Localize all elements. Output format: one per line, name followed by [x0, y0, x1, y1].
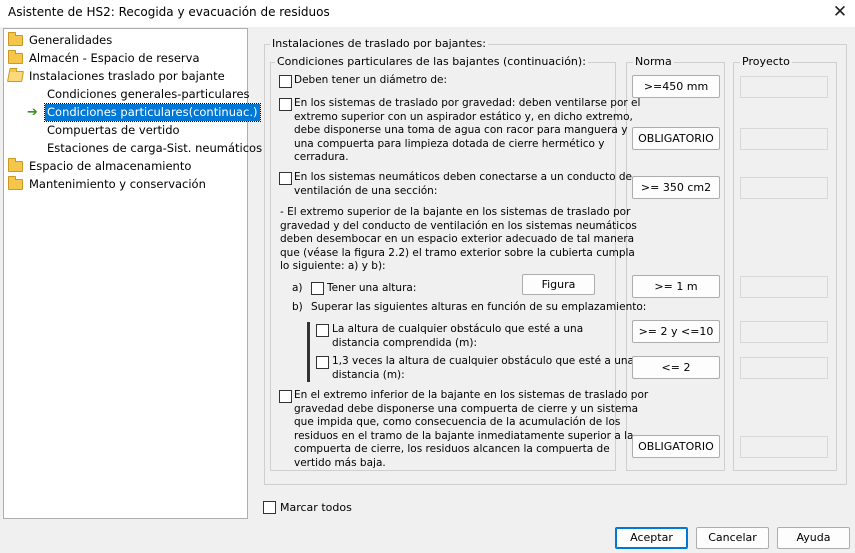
- folder-icon: [8, 32, 23, 46]
- proyecto-gravedad-field: [740, 128, 828, 150]
- aceptar-button[interactable]: Aceptar: [615, 527, 688, 549]
- diametro-checkbox[interactable]: [279, 75, 292, 88]
- ayuda-button[interactable]: Ayuda: [777, 527, 850, 549]
- open-folder-icon: [7, 71, 24, 82]
- obstaculo-13-checkbox[interactable]: [316, 356, 329, 369]
- proyecto-extremo-inferior-field: [740, 436, 828, 458]
- proyecto-neumaticos-field: [740, 177, 828, 199]
- proyecto-group-label: Proyecto: [740, 55, 792, 68]
- tree-item-label: Condiciones generales-particulares: [47, 87, 250, 101]
- arrow-right-icon: ➔: [27, 105, 38, 120]
- extremo-superior-text: - El extremo superior de la bajante en l…: [280, 206, 637, 272]
- tree-item-label: Mantenimiento y conservación: [29, 177, 206, 191]
- altura-checkbox[interactable]: [311, 282, 324, 295]
- tree-item-label: Compuertas de vertido: [47, 123, 180, 137]
- norma-extremo-inferior-button[interactable]: OBLIGATORIO: [632, 435, 720, 458]
- altura-label: Tener una altura:: [327, 282, 417, 294]
- folder-icon: [8, 158, 23, 172]
- tree-item-label: Condiciones particulares(continuac.): [44, 103, 261, 122]
- outer-group-label: Instalaciones de traslado por bajantes:: [270, 37, 488, 50]
- obstaculo-13-text: 1,3 veces la altura de cualquier obstácu…: [332, 355, 634, 381]
- close-icon[interactable]: ✕: [829, 1, 851, 23]
- gravedad-checkbox[interactable]: [279, 98, 292, 111]
- figura-button[interactable]: Figura: [522, 274, 595, 295]
- proyecto-altura-field: [740, 276, 828, 298]
- obstaculo-distancia-text: La altura de cualquier obstáculo que est…: [332, 323, 584, 349]
- option-a-prefix: a): [292, 282, 303, 294]
- title-bar: Asistente de HS2: Recogida y evacuación …: [0, 0, 855, 27]
- obstaculo-distancia-checkbox[interactable]: [316, 324, 329, 337]
- proyecto-group: [733, 62, 837, 471]
- norma-group-label: Norma: [633, 55, 674, 68]
- extremo-inferior-checkbox[interactable]: [279, 390, 292, 403]
- proyecto-diametro-field: [740, 76, 828, 98]
- neumaticos-checkbox[interactable]: [279, 172, 292, 185]
- suboptions-bar: [307, 322, 310, 382]
- diametro-label: Deben tener un diámetro de:: [294, 74, 447, 86]
- tree-item-label: Espacio de almacenamiento: [29, 159, 192, 173]
- tree-item-label: Estaciones de carga-Sist. neumáticos: [47, 141, 263, 155]
- norma-altura-button[interactable]: >= 1 m: [632, 275, 720, 298]
- neumaticos-text: En los sistemas neumáticos deben conecta…: [294, 171, 632, 197]
- marcar-todos-label: Marcar todos: [280, 501, 352, 514]
- window-title: Asistente de HS2: Recogida y evacuación …: [8, 5, 330, 19]
- tree-item-label: Almacén - Espacio de reserva: [29, 51, 200, 65]
- cancelar-button[interactable]: Cancelar: [696, 527, 769, 549]
- option-b-prefix: b): [292, 301, 303, 313]
- proyecto-distancia-field: [740, 321, 828, 343]
- norma-distancia-button[interactable]: >= 2 y <=10: [632, 320, 720, 343]
- norma-neumaticos-button[interactable]: >= 350 cm2: [632, 176, 720, 199]
- marcar-todos-checkbox[interactable]: [263, 501, 276, 514]
- extremo-inferior-text: En el extremo inferior de la bajante en …: [294, 389, 649, 469]
- navigation-tree: Generalidades Almacén - Espacio de reser…: [3, 28, 262, 519]
- gravedad-text: En los sistemas de traslado por gravedad…: [294, 97, 641, 163]
- proyecto-13-field: [740, 357, 828, 379]
- conditions-group-label: Condiciones particulares de las bajantes…: [275, 55, 588, 68]
- tree-item-label: Generalidades: [29, 33, 113, 47]
- folder-icon: [8, 176, 23, 190]
- norma-diametro-button[interactable]: >=450 mm: [632, 75, 720, 98]
- norma-gravedad-button[interactable]: OBLIGATORIO: [632, 127, 720, 150]
- tree-item-label: Instalaciones traslado por bajante: [29, 69, 225, 83]
- folder-icon: [8, 50, 23, 64]
- norma-13-button[interactable]: <= 2: [632, 356, 720, 379]
- option-b-label: Superar las siguientes alturas en funció…: [311, 301, 647, 313]
